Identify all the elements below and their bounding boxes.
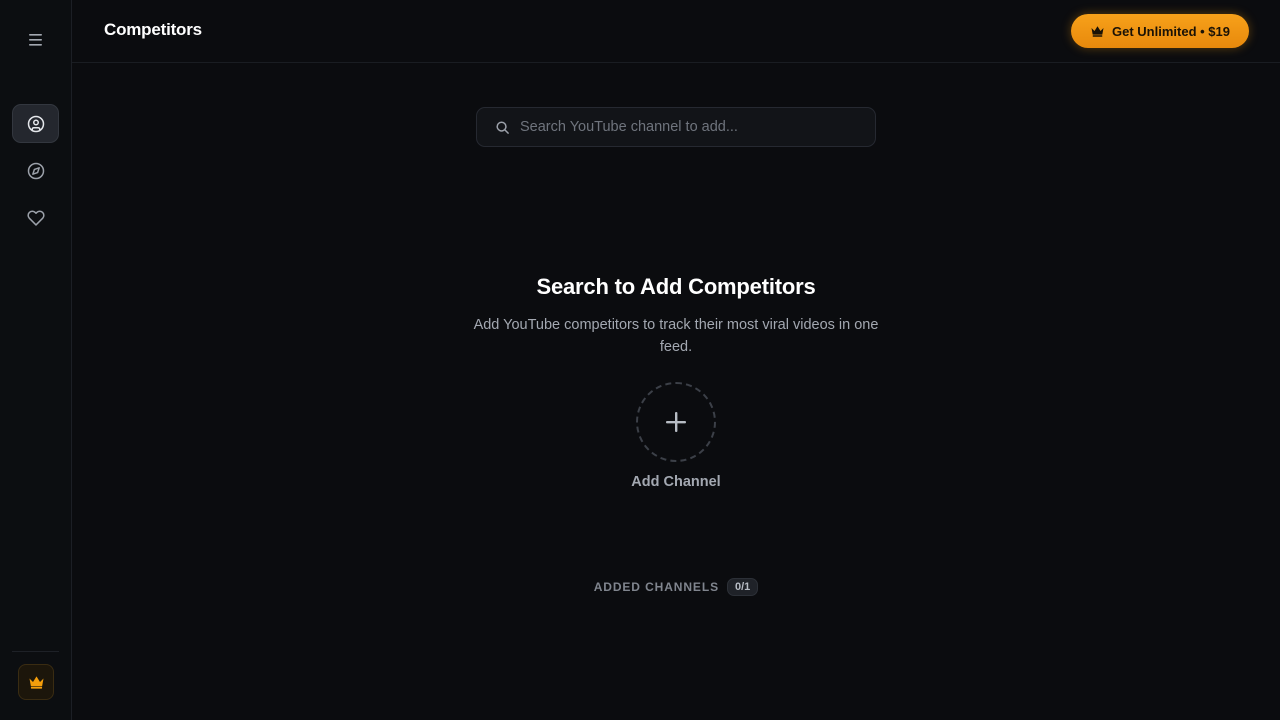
hamburger-icon (29, 34, 42, 46)
sidebar-item-explore[interactable] (12, 151, 59, 190)
empty-state-description: Add YouTube competitors to track their m… (473, 317, 879, 355)
app-root: Competitors Get Unlimited • $19 Search t… (0, 0, 1280, 720)
get-unlimited-label: Get Unlimited • $19 (1112, 23, 1230, 39)
premium-button[interactable] (18, 664, 54, 700)
get-unlimited-button[interactable]: Get Unlimited • $19 (1071, 14, 1249, 48)
added-channels-count-badge: 0/1 (726, 578, 759, 596)
added-channels-label: ADDED CHANNELS (593, 580, 719, 594)
empty-state-title: Search to Add Competitors (536, 274, 816, 299)
sidebar (0, 0, 72, 720)
crown-icon (1091, 26, 1104, 37)
sidebar-item-competitors[interactable] (12, 104, 59, 143)
heart-icon (26, 210, 45, 226)
search-icon (496, 120, 509, 134)
user-circle-icon (27, 115, 44, 132)
add-channel-button[interactable] (636, 382, 716, 462)
sidebar-item-favorites[interactable] (12, 198, 59, 237)
page-title: Competitors (104, 20, 202, 39)
sidebar-divider (12, 651, 59, 652)
added-channels-status: ADDED CHANNELS 0/1 (476, 578, 876, 596)
crown-icon (29, 676, 43, 689)
search-input[interactable] (510, 108, 875, 146)
add-channel-label[interactable]: Add Channel (576, 474, 776, 490)
menu-button[interactable] (24, 28, 48, 52)
compass-icon (27, 162, 44, 179)
plus-icon (666, 412, 686, 432)
search-box[interactable] (476, 107, 876, 147)
header: Competitors Get Unlimited • $19 (72, 0, 1280, 63)
